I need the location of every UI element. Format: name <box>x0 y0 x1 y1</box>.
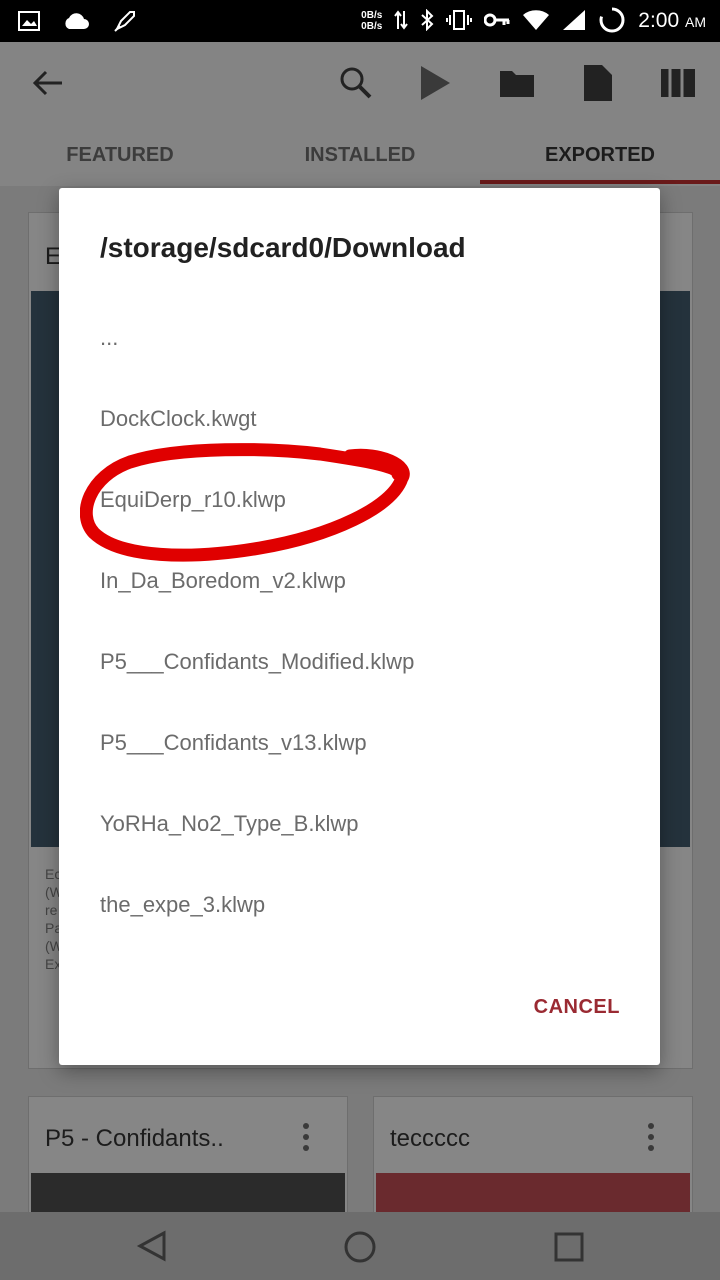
clock: 2:00 AM <box>638 9 706 32</box>
home-nav-icon[interactable] <box>343 1230 377 1269</box>
key-icon <box>483 12 510 31</box>
tab-indicator <box>480 180 720 184</box>
file-item[interactable]: the_expe_3.klwp <box>59 864 660 945</box>
file-item[interactable]: EquiDerp_r10.klwp <box>59 459 660 540</box>
folder-icon[interactable] <box>499 68 535 103</box>
card-title: P5 - Confidants.. <box>45 1125 224 1152</box>
overflow-menu-icon[interactable] <box>648 1123 654 1156</box>
preset-card[interactable]: teccccc <box>373 1096 693 1214</box>
play-store-icon[interactable] <box>418 64 452 107</box>
dialog-title: /storage/sdcard0/Download <box>100 232 466 263</box>
preset-card[interactable]: P5 - Confidants.. <box>28 1096 348 1214</box>
cancel-button[interactable]: CANCEL <box>534 996 620 1019</box>
file-item[interactable]: P5___Confidants_Modified.klwp <box>59 621 660 702</box>
bluetooth-icon <box>420 8 434 34</box>
file-item[interactable]: In_Da_Boredom_v2.klwp <box>59 540 660 621</box>
file-item[interactable]: DockClock.kwgt <box>59 378 660 459</box>
back-arrow-icon[interactable] <box>32 68 64 103</box>
library-icon[interactable] <box>660 68 696 103</box>
tab-featured[interactable]: FEATURED <box>0 126 240 186</box>
rocket-icon <box>112 8 138 39</box>
vibrate-icon <box>446 9 473 34</box>
wifi-icon <box>522 9 550 34</box>
card-preview <box>31 1173 345 1213</box>
toolbar <box>0 42 720 126</box>
overflow-menu-icon[interactable] <box>303 1123 309 1156</box>
recents-nav-icon[interactable] <box>554 1232 584 1267</box>
search-icon[interactable] <box>339 66 373 105</box>
card-preview <box>376 1173 690 1213</box>
file-picker-dialog: /storage/sdcard0/Download ... DockClock.… <box>59 188 660 1065</box>
system-icons: 0B/s 0B/s 2:00 AM <box>361 0 706 42</box>
tab-bar: FEATURED INSTALLED EXPORTED <box>0 126 720 186</box>
signal-icon <box>562 9 586 34</box>
status-bar: 0B/s 0B/s 2:00 AM <box>0 0 720 42</box>
battery-ring-icon <box>598 6 626 37</box>
navigation-bar <box>0 1212 720 1280</box>
parent-directory-item[interactable]: ... <box>59 297 660 378</box>
cloud-icon <box>62 11 90 36</box>
card-title: teccccc <box>390 1125 471 1152</box>
image-icon <box>18 11 40 36</box>
file-item[interactable]: YoRHa_No2_Type_B.klwp <box>59 783 660 864</box>
file-icon[interactable] <box>583 64 613 107</box>
file-item[interactable]: P5___Confidants_v13.klwp <box>59 702 660 783</box>
network-speed: 0B/s 0B/s <box>361 10 383 32</box>
data-arrows-icon <box>394 9 409 34</box>
notification-icons <box>18 8 138 39</box>
back-nav-icon[interactable] <box>136 1230 168 1267</box>
tab-exported[interactable]: EXPORTED <box>480 126 720 186</box>
tab-installed[interactable]: INSTALLED <box>240 126 480 186</box>
